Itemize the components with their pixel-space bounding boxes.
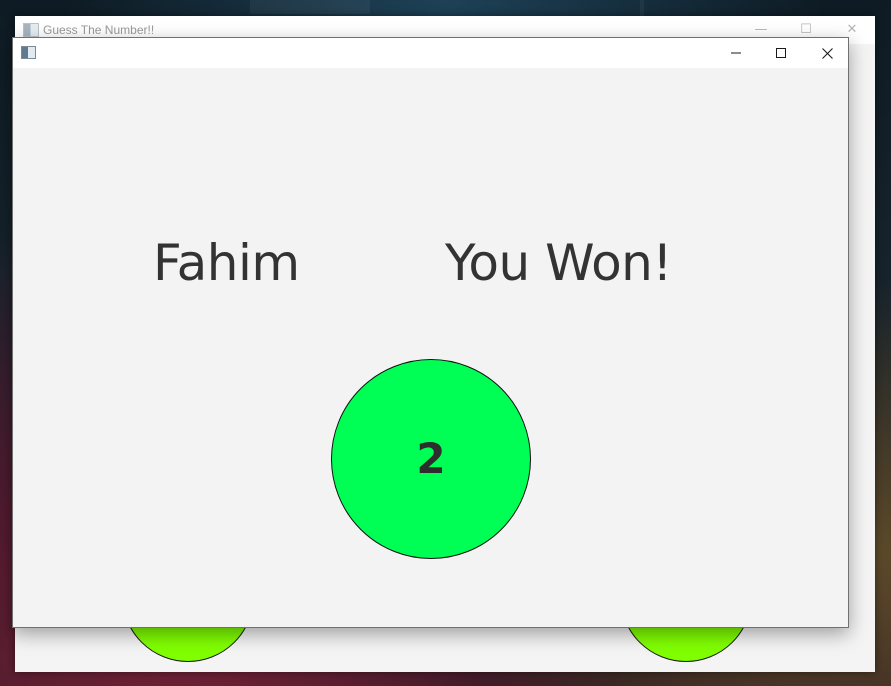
maximize-button[interactable] [758, 38, 804, 68]
number-circle[interactable]: 2 [331, 359, 531, 559]
wallpaper-streak [640, 0, 644, 16]
result-label: You Won! [445, 234, 672, 292]
app-icon [21, 46, 36, 59]
number-label: 2 [416, 433, 446, 483]
minimize-button[interactable] [713, 38, 759, 68]
close-icon [821, 47, 833, 59]
minimize-icon [731, 52, 741, 54]
app-icon [23, 23, 39, 37]
wallpaper-streak [250, 0, 370, 14]
maximize-icon [776, 48, 786, 58]
result-window-titlebar[interactable] [13, 38, 848, 68]
player-name-label: Fahim [153, 234, 300, 292]
back-window-title: Guess The Number!! [43, 23, 155, 37]
close-button[interactable] [804, 38, 848, 68]
result-window: Fahim You Won! 2 [12, 37, 849, 628]
